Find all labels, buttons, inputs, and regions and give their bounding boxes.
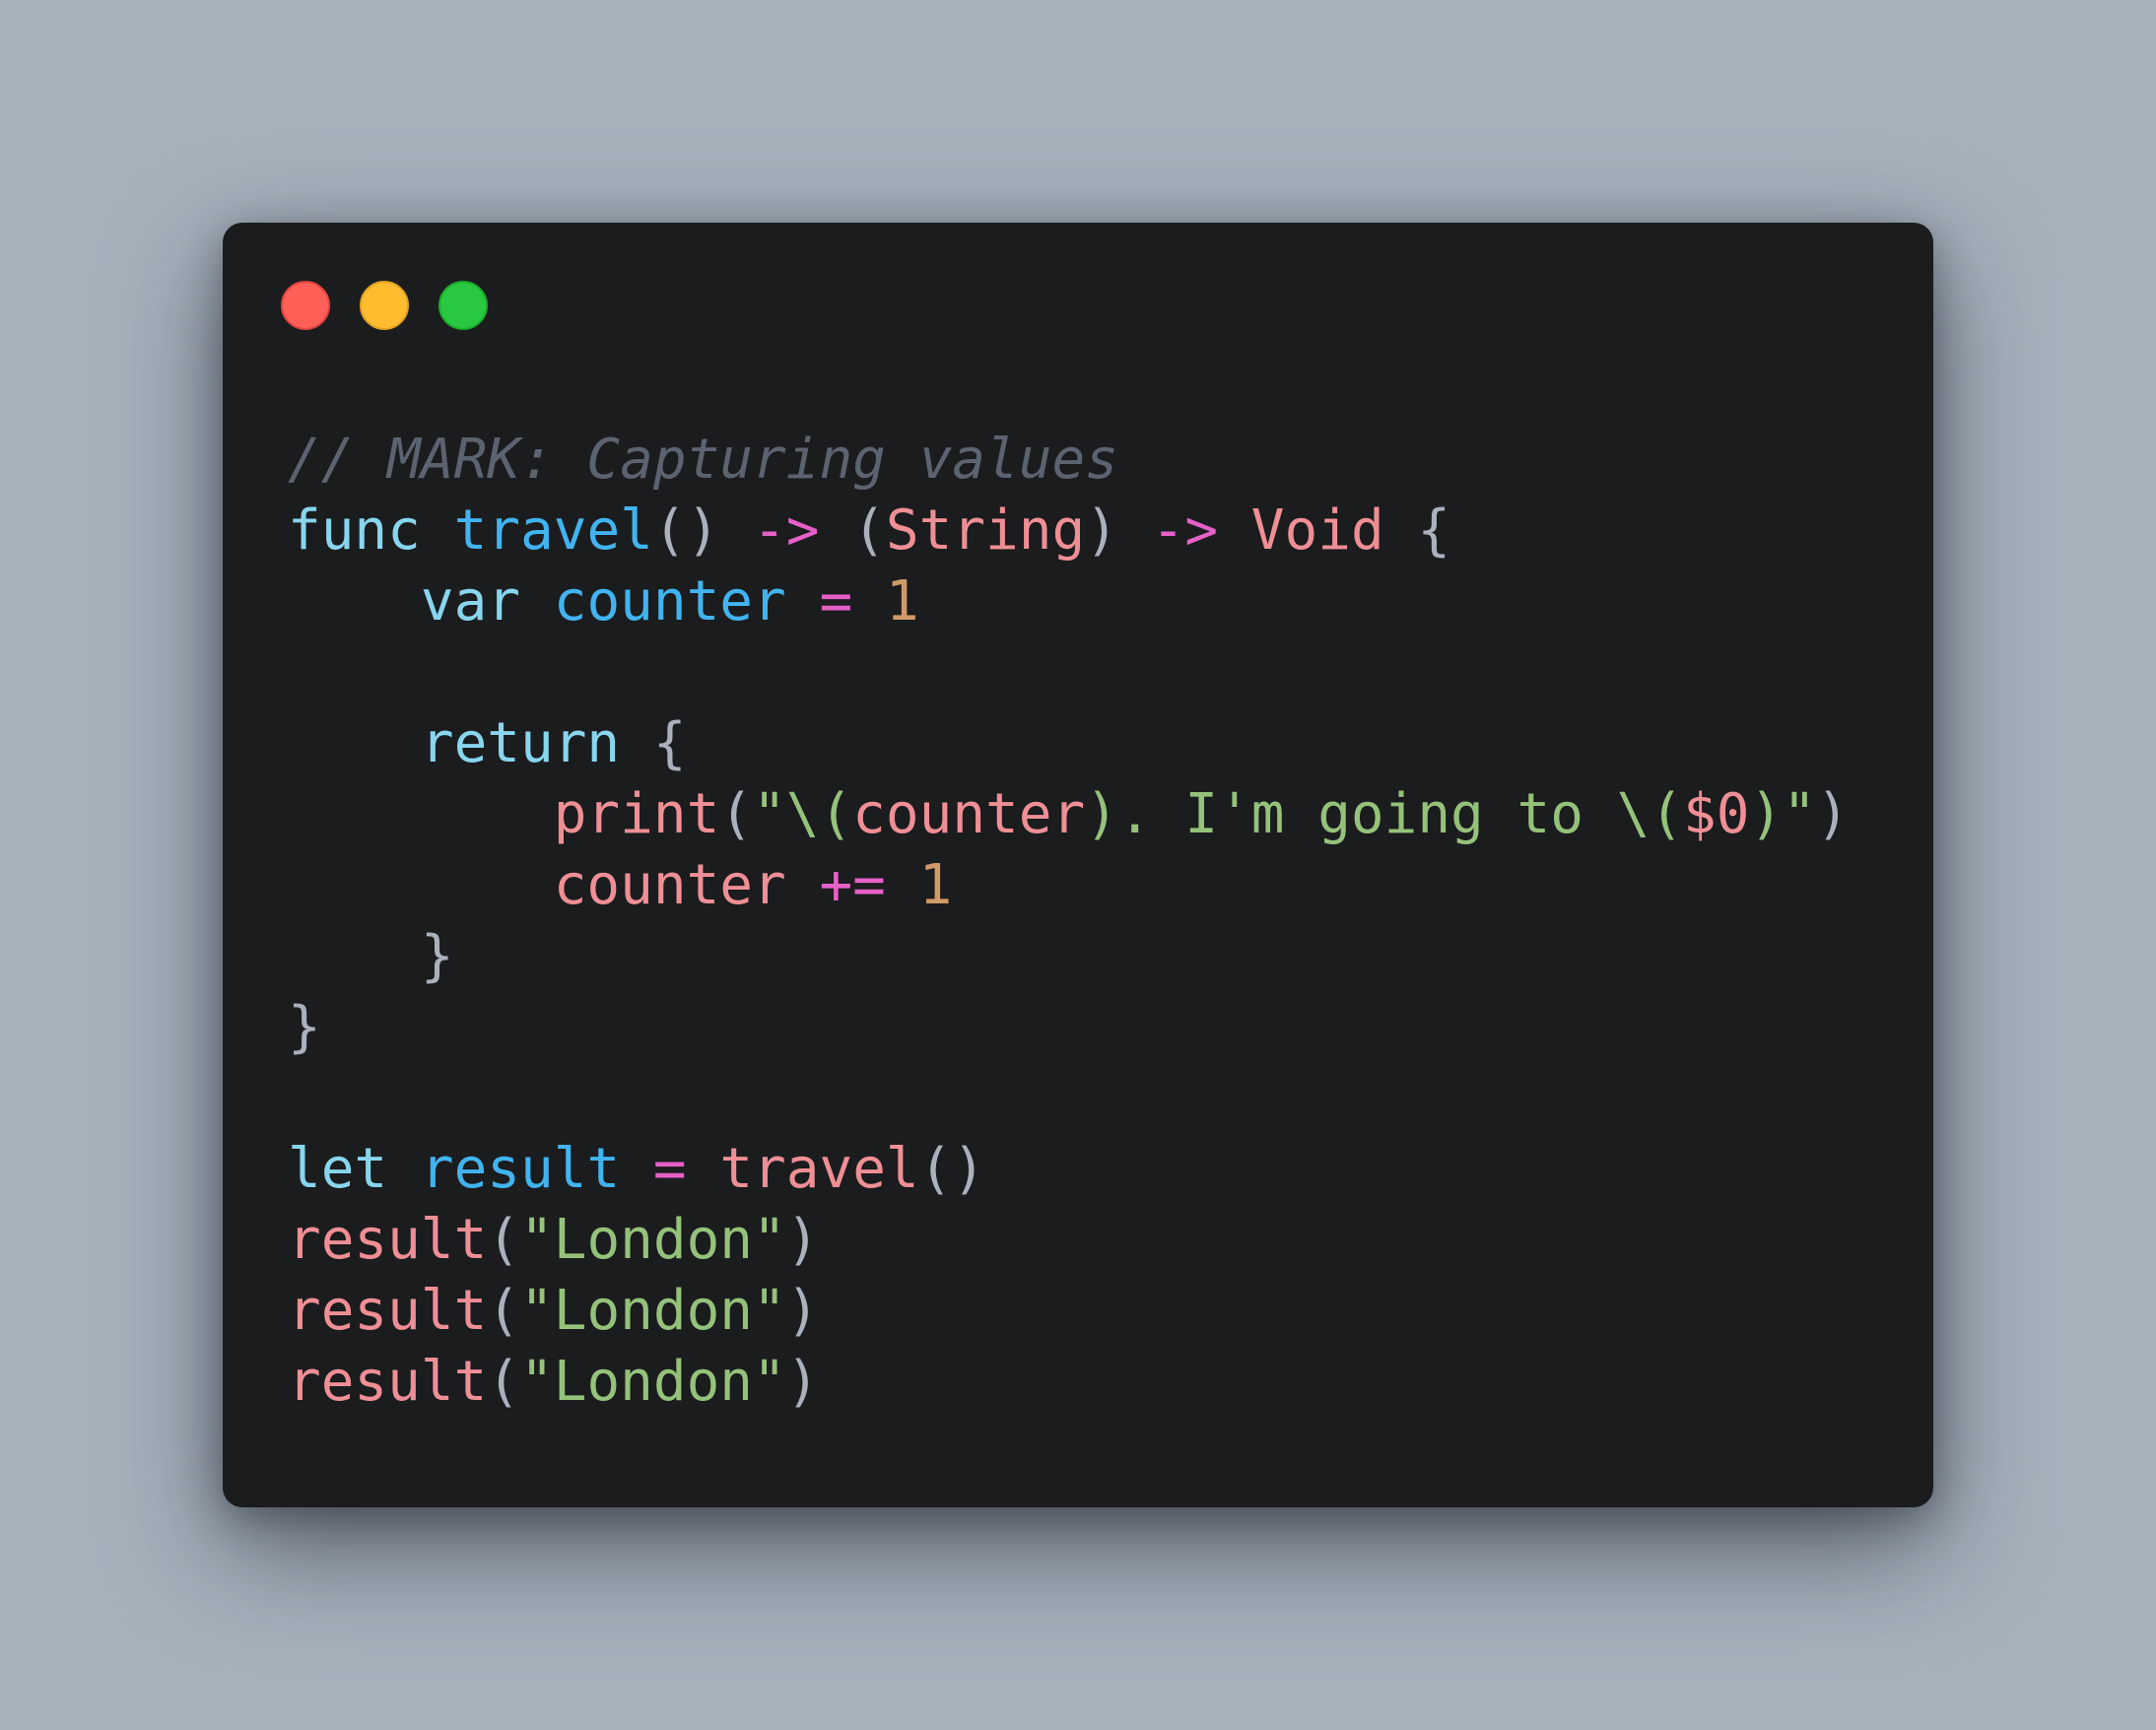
minimize-button[interactable]: [360, 281, 409, 330]
code-line: }: [288, 921, 1850, 992]
code-token-function: travel: [453, 499, 653, 563]
code-token-identifier: result: [288, 1350, 488, 1414]
code-token-number: 1: [885, 569, 919, 633]
code-token-punctuation: [687, 1137, 720, 1201]
code-token-punctuation: ): [785, 1350, 820, 1414]
code-token-string: "London": [520, 1279, 786, 1343]
code-token-string: ). I'm going to \(: [1085, 782, 1684, 846]
code-token-punctuation: [620, 1137, 653, 1201]
code-token-keyword: let: [288, 1137, 388, 1201]
code-token-punctuation: ): [1085, 499, 1152, 563]
code-token-identifier: print: [553, 782, 720, 846]
code-token-string: "London": [520, 1208, 786, 1272]
code-token-punctuation: {: [1383, 499, 1451, 563]
code-line: // MARK: Capturing values: [288, 425, 1850, 496]
code-token-identifier: result: [288, 1208, 488, 1272]
code-token-punctuation: (: [487, 1279, 521, 1343]
code-token-punctuation: [852, 569, 886, 633]
code-token-punctuation: (: [819, 499, 886, 563]
zoom-button[interactable]: [438, 281, 488, 330]
code-token-punctuation: ): [785, 1279, 820, 1343]
code-line: result("London"): [288, 1205, 1850, 1276]
code-token-punctuation: [1218, 499, 1251, 563]
code-token-punctuation: (): [652, 499, 754, 563]
close-button[interactable]: [281, 281, 330, 330]
code-token-punctuation: }: [288, 995, 321, 1059]
code-token-identifier: travel: [719, 1137, 919, 1201]
code-line: func travel() -> (String) -> Void {: [288, 496, 1850, 566]
code-block: // MARK: Capturing values func travel() -…: [288, 425, 1850, 1418]
code-token-string: "\(: [753, 782, 853, 846]
code-token-punctuation: ): [1815, 782, 1850, 846]
code-token-type: Void: [1250, 499, 1384, 563]
code-token-punctuation: [886, 853, 919, 917]
code-token-punctuation: (: [487, 1208, 521, 1272]
code-token-keyword: return: [420, 711, 621, 775]
code-token-arrow: ->: [1151, 499, 1219, 563]
code-token-arrow: ->: [753, 499, 820, 563]
code-line: result("London"): [288, 1347, 1850, 1418]
code-token-punctuation: (): [918, 1137, 986, 1201]
code-token-function: result: [420, 1137, 621, 1201]
code-token-punctuation: [786, 569, 820, 633]
code-token-keyword: var: [420, 569, 521, 633]
code-token-number: 1: [918, 853, 953, 917]
code-token-punctuation: [387, 1137, 421, 1201]
code-line: }: [288, 992, 1850, 1063]
code-token-punctuation: (: [487, 1350, 521, 1414]
code-token-operator: +=: [819, 853, 886, 917]
code-line: var counter = 1: [288, 566, 1850, 637]
code-token-punctuation: {: [620, 711, 687, 775]
code-line: result("London"): [288, 1276, 1850, 1347]
code-token-keyword: func: [288, 499, 421, 563]
code-token-type: String: [885, 499, 1086, 563]
code-token-identifier: $0: [1683, 782, 1750, 846]
code-token-function: counter: [553, 569, 786, 633]
code-token-punctuation: [786, 853, 820, 917]
code-line: return {: [288, 708, 1850, 779]
code-token-punctuation: [288, 853, 554, 917]
code-token-punctuation: ): [785, 1208, 820, 1272]
code-token-punctuation: (: [719, 782, 754, 846]
code-line: counter += 1: [288, 850, 1850, 921]
code-token-identifier: counter: [553, 853, 786, 917]
code-token-punctuation: [421, 499, 454, 563]
code-token-string: "London": [520, 1350, 786, 1414]
code-token-punctuation: }: [288, 924, 454, 988]
code-token-punctuation: [288, 569, 421, 633]
code-line: print("\(counter). I'm going to \($0)"): [288, 779, 1850, 850]
code-token-string: )": [1749, 782, 1816, 846]
code-token-punctuation: [520, 569, 554, 633]
code-window: // MARK: Capturing values func travel() -…: [223, 223, 1933, 1507]
code-token-punctuation: [288, 711, 421, 775]
code-token-punctuation: [288, 782, 554, 846]
code-token-comment: // MARK: Capturing values: [288, 428, 1118, 492]
code-token-operator: =: [652, 1137, 687, 1201]
code-token-identifier: counter: [852, 782, 1086, 846]
code-token-operator: =: [819, 569, 853, 633]
code-line: let result = travel(): [288, 1134, 1850, 1205]
code-token-identifier: result: [288, 1279, 488, 1343]
